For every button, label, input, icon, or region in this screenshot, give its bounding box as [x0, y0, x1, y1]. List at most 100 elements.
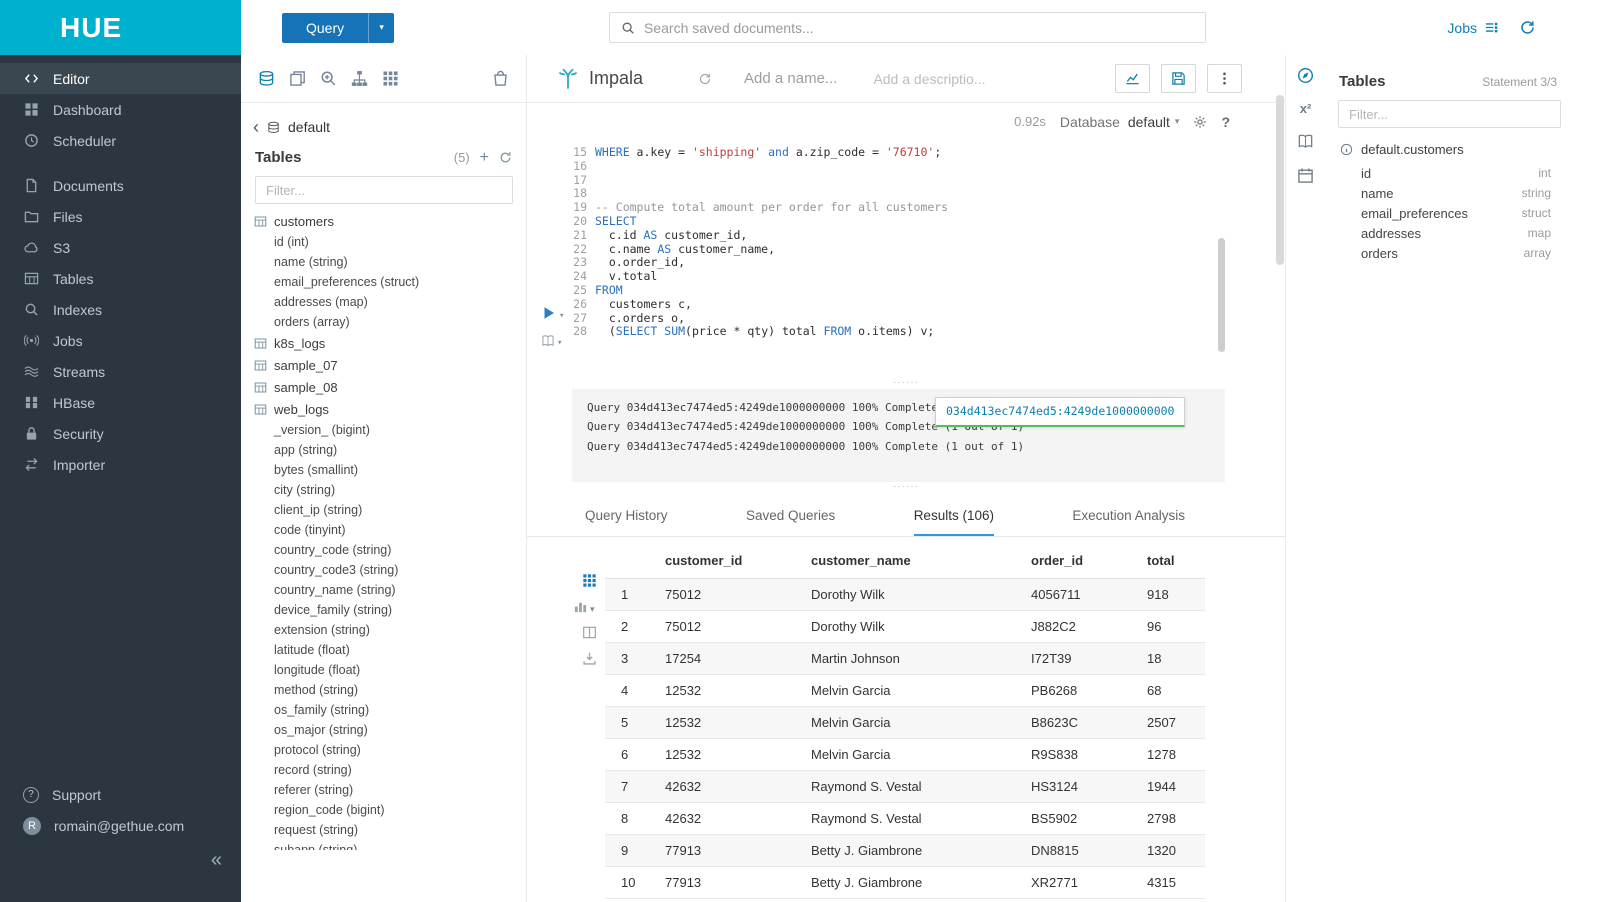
sitemap-source-icon[interactable]: [351, 70, 368, 87]
assist-column-item[interactable]: bytes (smallint): [241, 460, 526, 480]
save-button[interactable]: [1161, 64, 1196, 93]
sidebar-item-editor[interactable]: Editor: [0, 63, 241, 94]
scheduler-calendar-icon[interactable]: [1297, 167, 1314, 184]
search-input[interactable]: [644, 13, 1205, 42]
query-description-input[interactable]: Add a descriptio...: [873, 71, 985, 87]
tab-execution-analysis[interactable]: Execution Analysis: [1072, 497, 1185, 536]
refresh-icon[interactable]: [499, 151, 512, 164]
results-column-header[interactable]: customer_name: [801, 545, 1021, 579]
assist-column-item[interactable]: os_major (string): [241, 720, 526, 740]
assist-column-item[interactable]: region_code (bigint): [241, 800, 526, 820]
sidebar-item-jobs[interactable]: Jobs: [0, 325, 241, 356]
language-reference-icon[interactable]: [1297, 133, 1314, 150]
results-column-header[interactable]: [605, 545, 655, 579]
assist-table-item[interactable]: customers: [241, 210, 526, 232]
code-editor[interactable]: ▾ ▾ 1516171819202122232425262728 WHERE a…: [527, 140, 1285, 378]
chart-view-control[interactable]: ▾: [573, 599, 605, 614]
query-history-icon[interactable]: [1519, 19, 1536, 36]
assist-column-item[interactable]: app (string): [241, 440, 526, 460]
assist-filter-input[interactable]: [255, 176, 513, 204]
right-panel-column[interactable]: ordersarray: [1325, 243, 1601, 263]
assist-column-item[interactable]: latitude (float): [241, 640, 526, 660]
db-source-icon[interactable]: [258, 70, 275, 87]
download-icon[interactable]: [573, 651, 605, 666]
chevron-left-icon[interactable]: ‹: [253, 118, 259, 136]
tab-results-106[interactable]: Results (106): [914, 497, 994, 536]
add-table-icon[interactable]: +: [480, 150, 489, 166]
columns-view-icon[interactable]: [573, 625, 605, 640]
sidebar-item-documents[interactable]: Documents: [0, 170, 241, 201]
assist-column-item[interactable]: client_ip (string): [241, 500, 526, 520]
assist-column-item[interactable]: method (string): [241, 680, 526, 700]
right-panel-table[interactable]: default.customers: [1325, 136, 1601, 163]
code-lines[interactable]: WHERE a.key = 'shipping' and a.zip_code …: [595, 146, 1213, 339]
assist-column-item[interactable]: orders (array): [241, 312, 526, 332]
sidebar-item-indexes[interactable]: Indexes: [0, 294, 241, 325]
assist-column-item[interactable]: city (string): [241, 480, 526, 500]
resize-handle-bottom[interactable]: ······: [527, 482, 1285, 491]
assist-table-item[interactable]: sample_08: [241, 376, 526, 398]
assist-column-item[interactable]: os_family (string): [241, 700, 526, 720]
documents-source-icon[interactable]: [289, 70, 306, 87]
main-scrollbar[interactable]: [1276, 95, 1284, 265]
jobs-link[interactable]: Jobs: [1447, 20, 1499, 36]
results-column-header[interactable]: order_id: [1021, 545, 1137, 579]
assist-column-item[interactable]: name (string): [241, 252, 526, 272]
assist-table-item[interactable]: k8s_logs: [241, 332, 526, 354]
right-panel-column[interactable]: namestring: [1325, 183, 1601, 203]
assist-column-item[interactable]: extension (string): [241, 620, 526, 640]
right-panel-column[interactable]: idint: [1325, 163, 1601, 183]
assist-column-item[interactable]: device_family (string): [241, 600, 526, 620]
sidebar-item-tables[interactable]: Tables: [0, 263, 241, 294]
assist-column-item[interactable]: request (string): [241, 820, 526, 840]
assist-table-item[interactable]: sample_07: [241, 354, 526, 376]
chart-button[interactable]: [1115, 64, 1150, 93]
sidebar-item-user[interactable]: R romain@gethue.com: [0, 810, 241, 841]
assist-column-item[interactable]: record (string): [241, 760, 526, 780]
sidebar-collapse-button[interactable]: «: [0, 841, 241, 872]
right-panel-column[interactable]: email_preferencesstruct: [1325, 203, 1601, 223]
sidebar-item-security[interactable]: Security: [0, 418, 241, 449]
assist-column-item[interactable]: subapp (string): [241, 840, 526, 850]
explore-compass-icon[interactable]: [1297, 67, 1314, 84]
tab-query-history[interactable]: Query History: [585, 497, 668, 536]
assist-table-item[interactable]: web_logs: [241, 398, 526, 420]
sidebar-item-scheduler[interactable]: Scheduler: [0, 125, 241, 156]
collections-source-icon[interactable]: [492, 70, 509, 87]
assist-column-item[interactable]: protocol (string): [241, 740, 526, 760]
right-panel-column[interactable]: addressesmap: [1325, 223, 1601, 243]
right-panel-filter-input[interactable]: [1338, 100, 1561, 128]
sidebar-item-importer[interactable]: Importer: [0, 449, 241, 480]
functions-icon[interactable]: x²: [1300, 101, 1312, 116]
sidebar-item-support[interactable]: ? Support: [0, 779, 241, 810]
editor-history-icon[interactable]: [698, 72, 712, 86]
assist-column-item[interactable]: referer (string): [241, 780, 526, 800]
query-id-tooltip[interactable]: 034d413ec7474ed5:4249de1000000000: [935, 397, 1185, 427]
apps-source-icon[interactable]: [382, 70, 399, 87]
assist-column-item[interactable]: country_code3 (string): [241, 560, 526, 580]
sidebar-item-streams[interactable]: Streams: [0, 356, 241, 387]
query-name-input[interactable]: Add a name...: [744, 70, 837, 87]
sidebar-item-files[interactable]: Files: [0, 201, 241, 232]
tab-saved-queries[interactable]: Saved Queries: [746, 497, 835, 536]
grid-view-icon[interactable]: [573, 573, 605, 588]
assist-column-item[interactable]: country_name (string): [241, 580, 526, 600]
results-column-header[interactable]: customer_id: [655, 545, 801, 579]
settings-gear-icon[interactable]: [1193, 115, 1207, 129]
assist-column-item[interactable]: id (int): [241, 232, 526, 252]
assist-column-item[interactable]: _version_ (bigint): [241, 420, 526, 440]
results-column-header[interactable]: total: [1137, 545, 1205, 579]
zoom-source-icon[interactable]: [320, 70, 337, 87]
sidebar-item-hbase[interactable]: HBase: [0, 387, 241, 418]
resize-handle-top[interactable]: ······: [527, 378, 1285, 387]
assist-column-item[interactable]: country_code (string): [241, 540, 526, 560]
hue-logo[interactable]: HUE: [0, 0, 241, 55]
editor-scrollbar[interactable]: [1218, 238, 1225, 352]
query-button[interactable]: Query: [282, 13, 368, 43]
help-question-icon[interactable]: ?: [1221, 114, 1230, 130]
assist-column-item[interactable]: longitude (float): [241, 660, 526, 680]
query-dropdown-caret[interactable]: ▾: [368, 13, 394, 43]
database-select[interactable]: default ▾: [1128, 114, 1180, 130]
breadcrumb-database[interactable]: default: [288, 119, 330, 135]
assist-column-item[interactable]: email_preferences (struct): [241, 272, 526, 292]
